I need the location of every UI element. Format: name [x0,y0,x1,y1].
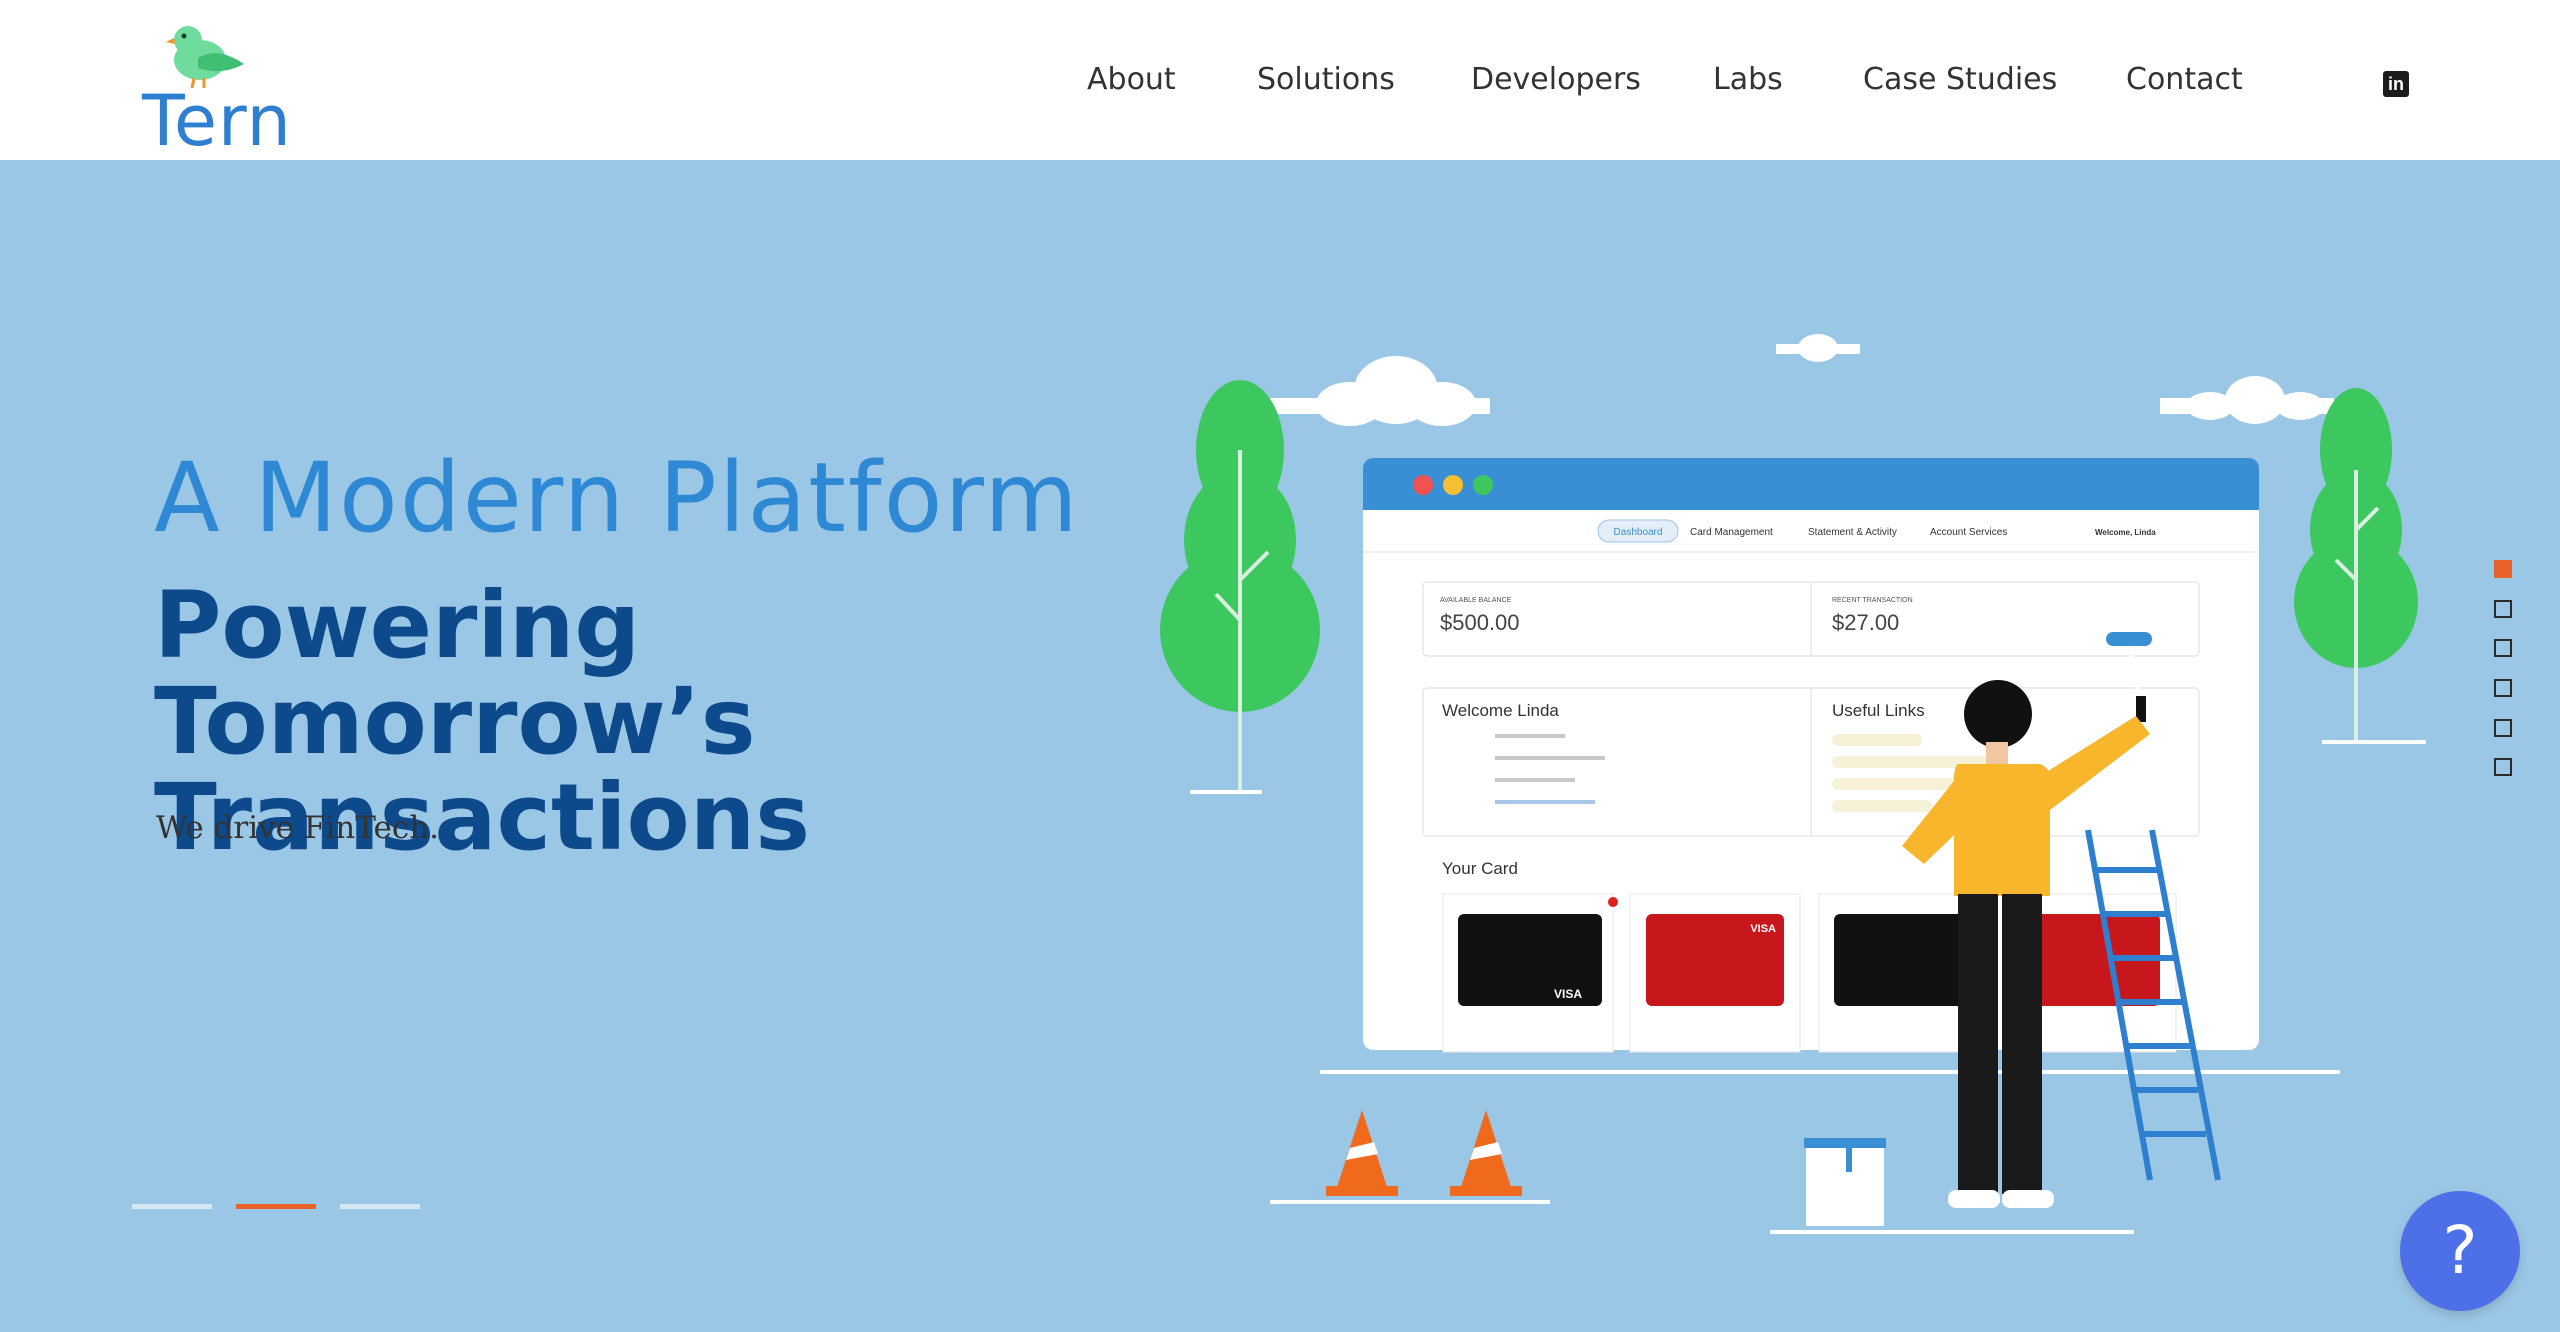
nav-developers[interactable]: Developers [1471,62,1641,97]
slide-dash-1[interactable] [132,1204,212,1209]
tree-icon [1160,380,1320,794]
section-dot-6[interactable] [2494,758,2512,776]
tab-account-services: Account Services [1930,527,2007,538]
nav-solutions[interactable]: Solutions [1257,62,1395,97]
tree-icon [2294,388,2426,744]
section-dot-3[interactable] [2494,639,2512,657]
welcome-short: Welcome, Linda [2095,528,2156,537]
hero-headline-light: A Modern Platform [154,442,1080,554]
cloud-icon [2160,376,2334,424]
hero-section: A Modern Platform Powering Tomorrow’s Tr… [0,160,2560,1332]
linkedin-icon[interactable]: in [2383,71,2409,97]
slide-dash-3[interactable] [340,1204,420,1209]
dashboard-mockup: Dashboard Card Management Statement & Ac… [1320,458,2340,1074]
brand-name: Tern [142,80,292,162]
nav-about[interactable]: About [1087,62,1176,97]
tab-card-management: Card Management [1690,527,1773,538]
cloud-icon [1270,356,1490,426]
useful-links-title: Useful Links [1832,701,1925,720]
card-brand: VISA [1554,987,1582,1001]
traffic-cone-icon [1326,1110,1398,1196]
cloud-icon [1776,334,1860,362]
tab-dashboard: Dashboard [1614,527,1663,538]
traffic-cone-icon [1450,1110,1522,1196]
slide-dash-2[interactable] [236,1204,316,1209]
available-balance: $500.00 [1440,610,1520,635]
site-header: Tern About Solutions Developers Labs Cas… [0,0,2560,162]
nav-case-studies[interactable]: Case Studies [1863,62,2057,97]
nav-labs[interactable]: Labs [1713,62,1783,97]
card-brand: VISA [1750,923,1776,935]
available-balance-label: AVAILABLE BALANCE [1440,597,1512,604]
paint-bucket-icon [1804,1138,1886,1226]
section-dot-4[interactable] [2494,679,2512,697]
hero-subheadline: We drive FinTech. [156,810,440,846]
help-button[interactable]: ? [2400,1191,2520,1311]
tab-statement-activity: Statement & Activity [1808,527,1897,538]
recent-transaction: $27.00 [1832,610,1899,635]
section-dot-2[interactable] [2494,600,2512,618]
hero-illustration: Dashboard Card Management Statement & Ac… [1160,334,2426,1234]
welcome-title: Welcome Linda [1442,701,1559,720]
your-card-title: Your Card [1442,859,1518,878]
section-dot-1[interactable] [2494,560,2512,578]
recent-transaction-label: RECENT TRANSACTION [1832,597,1913,604]
tern-logo[interactable]: Tern [138,16,298,162]
nav-contact[interactable]: Contact [2126,62,2243,97]
section-dot-5[interactable] [2494,719,2512,737]
